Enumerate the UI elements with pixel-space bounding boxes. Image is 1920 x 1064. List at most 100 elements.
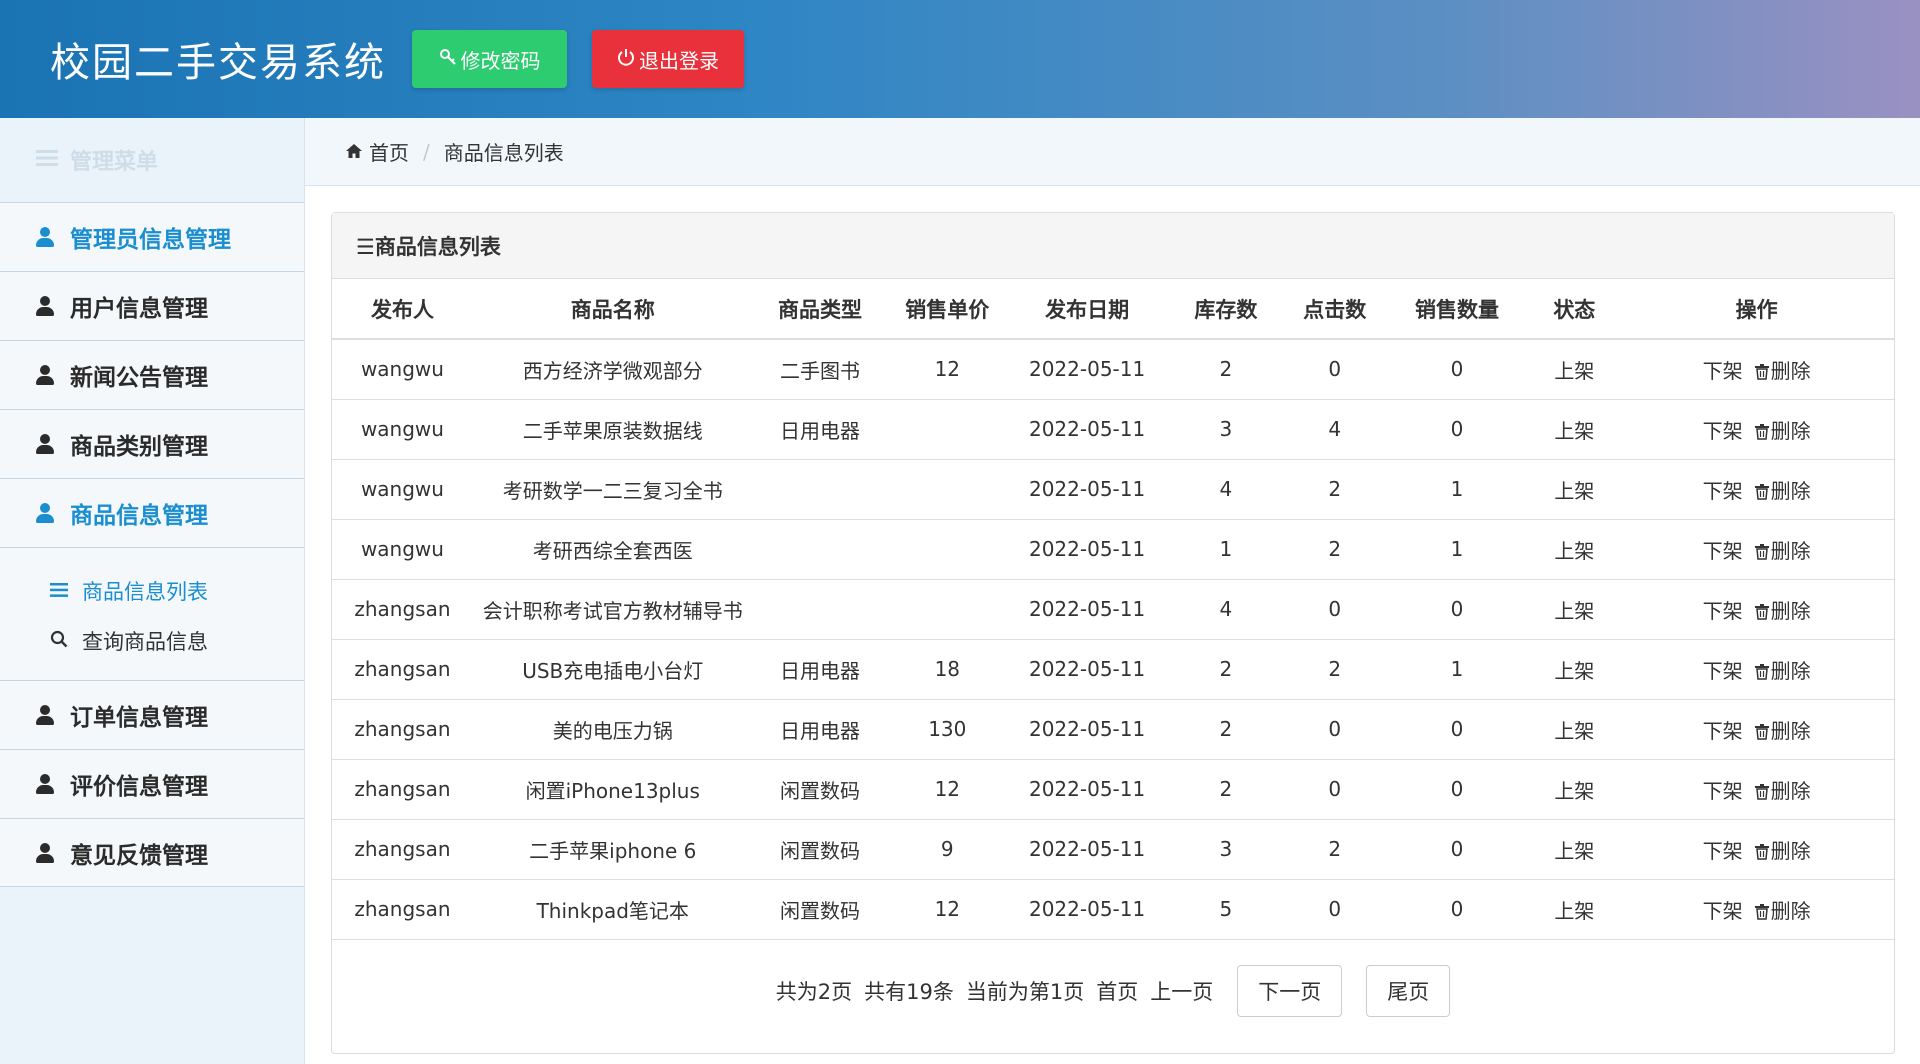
take-down-link[interactable]: 下架 (1703, 779, 1743, 803)
product-type-cell: 闲置数码 (752, 819, 888, 880)
user-icon (36, 842, 54, 863)
sales-cell: 1 (1384, 519, 1530, 580)
trash-icon (1754, 719, 1771, 743)
sidebar-item-categories[interactable]: 商品类别管理 (0, 409, 304, 478)
take-down-link[interactable]: 下架 (1703, 839, 1743, 863)
status-cell[interactable]: 上架 (1529, 519, 1620, 580)
table-row: wangwu 考研数学一二三复习全书 2022-05-11 4 2 1 上架 下架 删除 (332, 459, 1894, 520)
delete-label: 删除 (1770, 838, 1811, 863)
product-name-cell: Thinkpad笔记本 (472, 879, 753, 940)
delete-label: 删除 (1770, 478, 1811, 503)
sidebar-item-admin[interactable]: 管理员信息管理 (0, 202, 304, 271)
sidebar-item-news[interactable]: 新闻公告管理 (0, 340, 304, 409)
status-cell[interactable]: 上架 (1529, 579, 1620, 640)
publisher-cell: zhangsan (332, 759, 473, 820)
sidebar-subitem-query-product[interactable]: 查询商品信息 (0, 616, 304, 666)
trash-icon (1754, 599, 1771, 623)
logout-button[interactable]: 退出登录 (592, 30, 744, 88)
product-name-cell: 会计职称考试官方教材辅导书 (472, 579, 753, 640)
status-cell[interactable]: 上架 (1529, 339, 1620, 400)
delete-link[interactable]: 删除 (1754, 538, 1811, 563)
stock-cell: 3 (1167, 399, 1285, 460)
product-name-cell: 考研西综全套西医 (472, 519, 753, 580)
status-cell[interactable]: 上架 (1529, 879, 1620, 940)
take-down-link[interactable]: 下架 (1703, 659, 1743, 683)
delete-label: 删除 (1770, 358, 1811, 383)
product-type-cell: 日用电器 (752, 699, 888, 760)
publisher-cell: wangwu (332, 459, 473, 520)
panel-title: ☰商品信息列表 (332, 213, 1894, 279)
sidebar-item-label: 订单信息管理 (70, 705, 208, 731)
delete-link[interactable]: 删除 (1754, 899, 1811, 923)
clicks-cell: 2 (1284, 819, 1385, 880)
sidebar: 管理菜单 管理员信息管理 用户信息管理 新闻公告管理 商品类别管理 商品信息管理… (0, 118, 305, 1064)
status-cell[interactable]: 上架 (1529, 399, 1620, 460)
publish-date-cell: 2022-05-11 (1007, 579, 1167, 640)
pager-next-button[interactable]: 下一页 (1237, 965, 1343, 1017)
actions-cell: 下架 删除 (1619, 339, 1894, 400)
sidebar-item-products[interactable]: 商品信息管理 (0, 478, 304, 547)
change-password-button[interactable]: 修改密码 (412, 30, 567, 88)
take-down-link[interactable]: 下架 (1703, 899, 1743, 923)
table-row: zhangsan 闲置iPhone13plus 闲置数码 12 2022-05-11 2 0… (332, 759, 1894, 820)
status-cell[interactable]: 上架 (1529, 699, 1620, 760)
take-down-link[interactable]: 下架 (1703, 419, 1743, 443)
delete-link[interactable]: 删除 (1754, 838, 1811, 863)
take-down-link[interactable]: 下架 (1703, 359, 1743, 383)
delete-link[interactable]: 删除 (1754, 719, 1811, 743)
status-cell[interactable]: 上架 (1529, 459, 1620, 520)
sales-cell: 1 (1384, 459, 1530, 520)
pager-prev-link[interactable]: 上一页 (1150, 976, 1213, 1006)
product-table: 发布人 商品名称 商品类型 销售单价 发布日期 库存数 点击数 销售数量 状态 操作 wangwu… (332, 279, 1894, 940)
delete-link[interactable]: 删除 (1754, 599, 1811, 623)
status-cell[interactable]: 上架 (1529, 639, 1620, 700)
take-down-link[interactable]: 下架 (1703, 539, 1743, 563)
delete-link[interactable]: 删除 (1754, 779, 1811, 803)
breadcrumb-separator: / (423, 139, 430, 164)
product-type-cell: 二手图书 (752, 339, 888, 400)
breadcrumb-home[interactable]: 首页 (369, 137, 409, 166)
price-cell: 18 (887, 639, 1008, 700)
sidebar-item-feedback[interactable]: 意见反馈管理 (0, 818, 304, 887)
products-submenu: 商品信息列表 查询商品信息 (0, 547, 304, 680)
sidebar-item-orders[interactable]: 订单信息管理 (0, 680, 304, 749)
delete-link[interactable]: 删除 (1754, 419, 1811, 443)
sidebar-item-users[interactable]: 用户信息管理 (0, 271, 304, 340)
delete-label: 删除 (1770, 658, 1811, 683)
pager-last-button[interactable]: 尾页 (1366, 965, 1451, 1017)
sidebar-subitem-product-list[interactable]: 商品信息列表 (0, 566, 304, 616)
pager-first-link[interactable]: 首页 (1096, 976, 1138, 1006)
take-down-link[interactable]: 下架 (1703, 719, 1743, 743)
delete-link[interactable]: 删除 (1754, 658, 1811, 683)
actions-cell: 下架 删除 (1619, 519, 1894, 580)
search-icon (50, 629, 68, 653)
delete-link[interactable]: 删除 (1754, 358, 1811, 383)
product-name-cell: 闲置iPhone13plus (472, 759, 753, 820)
price-cell: 9 (887, 819, 1008, 880)
product-type-cell (752, 459, 888, 520)
sales-cell: 0 (1384, 819, 1530, 880)
sidebar-item-reviews[interactable]: 评价信息管理 (0, 749, 304, 818)
trash-icon (1754, 659, 1771, 683)
table-row: zhangsan USB充电插电小台灯 日用电器 18 2022-05-11 2 2 1 上架下… (332, 639, 1894, 700)
sidebar-item-label: 管理员信息管理 (70, 227, 231, 253)
pagination: 共为2页 共有19条 当前为第1页 首页 上一页 下一页 尾页 (332, 965, 1894, 1017)
publisher-cell: wangwu (332, 339, 473, 400)
stock-cell: 3 (1167, 819, 1285, 880)
publish-date-cell: 2022-05-11 (1007, 759, 1167, 820)
actions-cell: 下架 删除 (1619, 579, 1894, 640)
sidebar-item-label: 用户信息管理 (70, 296, 208, 322)
stock-cell: 2 (1167, 639, 1285, 700)
take-down-link[interactable]: 下架 (1703, 599, 1743, 623)
stock-cell: 4 (1167, 459, 1285, 520)
take-down-link[interactable]: 下架 (1703, 479, 1743, 503)
sidebar-item-label: 商品信息管理 (70, 503, 208, 529)
delete-link[interactable]: 删除 (1754, 478, 1811, 503)
delete-label: 删除 (1770, 538, 1811, 563)
home-icon (345, 140, 363, 164)
sidebar-item-label: 意见反馈管理 (70, 842, 208, 869)
product-type-cell (752, 519, 888, 580)
status-cell[interactable]: 上架 (1529, 819, 1620, 880)
price-cell: 12 (887, 879, 1008, 940)
status-cell[interactable]: 上架 (1529, 759, 1620, 820)
